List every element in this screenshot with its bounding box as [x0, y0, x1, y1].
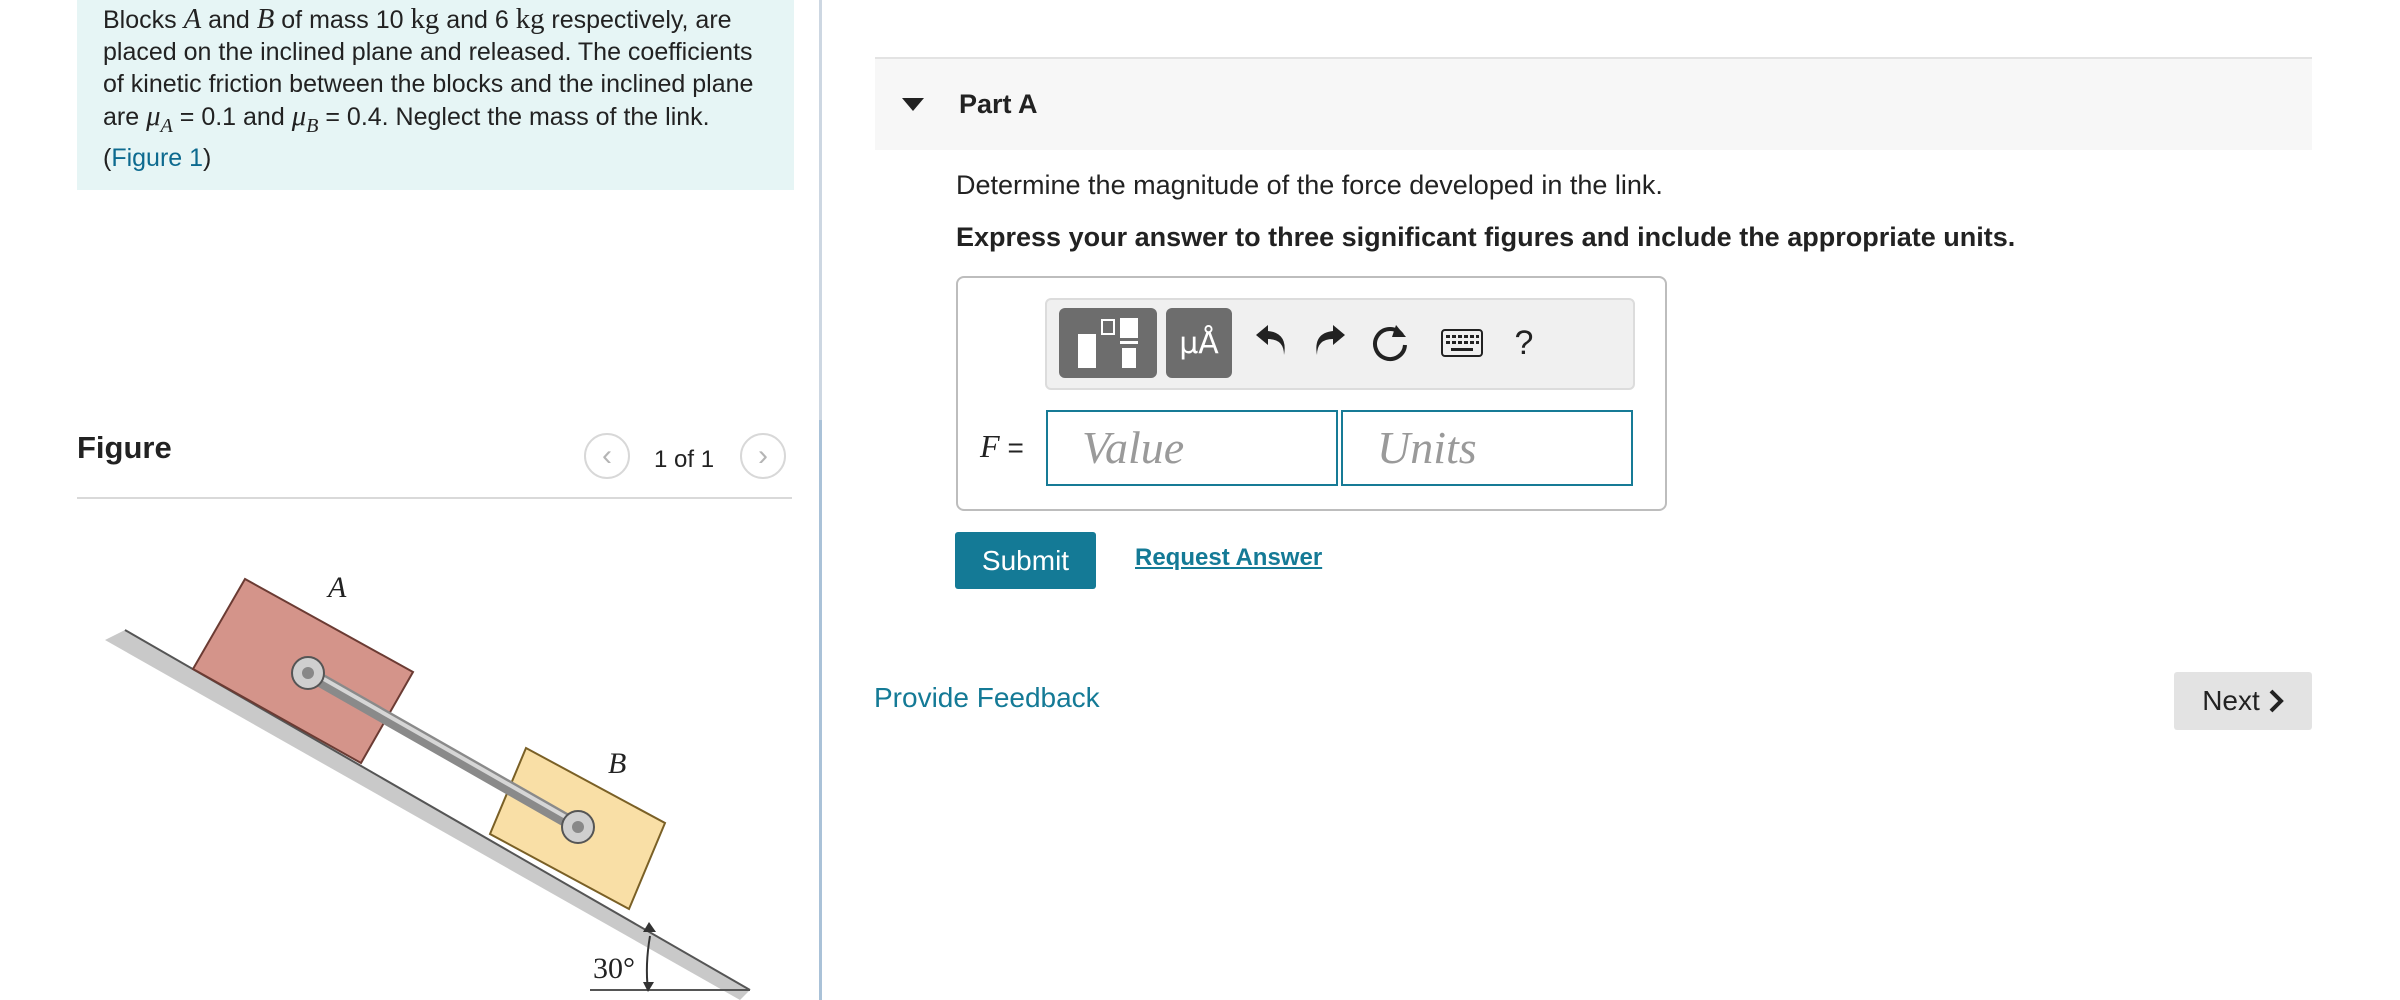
submit-button[interactable]: Submit [955, 532, 1096, 589]
scrollbar-track[interactable] [819, 420, 822, 1000]
next-label: Next [2202, 685, 2260, 716]
request-answer-link[interactable]: Request Answer [1135, 544, 1322, 572]
problem-text: and 6 [439, 6, 516, 34]
mu-subscript: A [160, 114, 173, 137]
reset-icon [1373, 325, 1407, 362]
label-a: A [326, 571, 347, 604]
mu-b: μB [291, 100, 319, 137]
instruction-text: Express your answer to three significant… [956, 222, 2016, 252]
mu-symbol: μ [146, 100, 161, 132]
unit-kg: kg [410, 3, 440, 35]
figure-diagram: A B 30° [105, 571, 751, 1000]
undo-icon [1256, 325, 1285, 355]
mu-a: μA [146, 100, 173, 137]
mu-symbol: μ [291, 100, 307, 132]
mu-subscript: B [306, 114, 319, 137]
problem-text: ) [203, 143, 212, 172]
templates-icon [1078, 318, 1138, 368]
undo-button[interactable] [1247, 318, 1297, 368]
problem-text: of mass 10 [274, 6, 411, 34]
redo-button[interactable] [1304, 318, 1354, 368]
figure-pager-count: 1 of 1 [654, 446, 715, 473]
redo-icon [1316, 325, 1345, 355]
templates-button[interactable] [1059, 308, 1157, 378]
units-button[interactable]: μÅ [1166, 308, 1232, 378]
angle-arrow [643, 922, 656, 932]
problem-text: Blocks [103, 6, 184, 34]
figure-divider [77, 497, 792, 499]
pin-a-center [302, 667, 314, 679]
keyboard-icon [1441, 329, 1483, 357]
question-text: Determine the magnitude of the force dev… [956, 170, 1663, 200]
figure-next-button[interactable]: › [740, 433, 786, 479]
figure-heading: Figure [77, 430, 172, 465]
units-input[interactable]: Units [1341, 410, 1633, 486]
label-b: B [608, 747, 626, 780]
equals-sign: = [999, 432, 1024, 463]
math-toolbar: μÅ ? [1045, 298, 1635, 390]
value-input[interactable]: Value [1046, 410, 1338, 486]
provide-feedback-link[interactable]: Provide Feedback [874, 682, 1100, 714]
chevron-right-icon [2269, 689, 2284, 713]
variable-f: F [980, 428, 1000, 464]
chevron-left-icon: ‹ [602, 439, 612, 472]
figure-link[interactable]: Figure 1 [111, 144, 203, 172]
problem-statement: Blocks A and B of mass 10 kg and 6 kg re… [77, 0, 794, 190]
reset-button[interactable] [1365, 318, 1415, 368]
part-a-header[interactable]: Part A [875, 57, 2312, 150]
caret-down-icon[interactable] [902, 98, 924, 111]
problem-text: and [201, 6, 257, 34]
var-b: B [256, 3, 275, 35]
answer-variable-label: F = [980, 428, 1024, 465]
keyboard-button[interactable] [1437, 318, 1487, 368]
incline-surface [105, 630, 750, 1000]
angle-label: 30° [593, 952, 635, 985]
chevron-right-icon: › [758, 439, 768, 472]
figure-prev-button[interactable]: ‹ [584, 433, 630, 479]
help-button[interactable]: ? [1499, 318, 1549, 368]
problem-text: = 0.1 and [172, 103, 292, 131]
next-button[interactable]: Next [2174, 672, 2312, 730]
var-a: A [183, 3, 202, 35]
unit-kg: kg [515, 3, 545, 35]
pin-b-center [572, 821, 584, 833]
part-title: Part A [959, 89, 1038, 119]
